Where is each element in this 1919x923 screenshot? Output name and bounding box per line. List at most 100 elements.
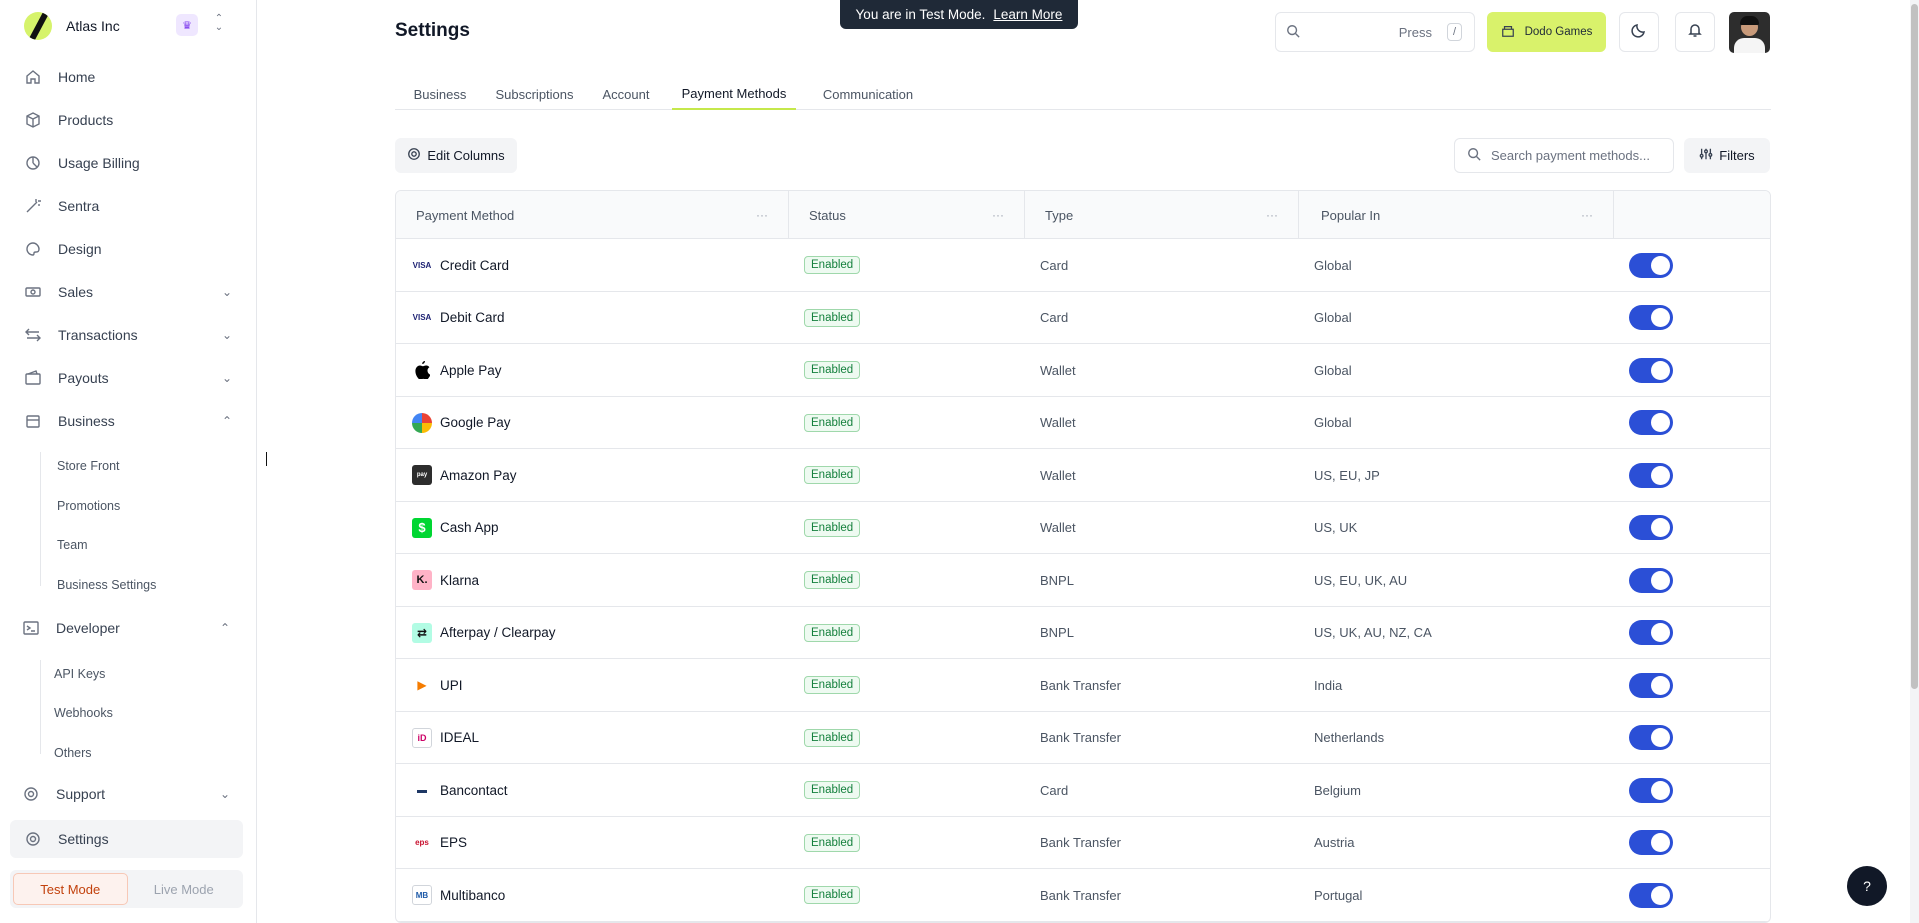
- sidebar-subitem-store-front[interactable]: Store Front: [57, 455, 120, 477]
- sidebar-item-sentra[interactable]: Sentra: [24, 191, 234, 221]
- tab-account[interactable]: Account: [599, 78, 653, 110]
- sidebar-item-home[interactable]: Home: [24, 62, 234, 92]
- edit-columns-button[interactable]: Edit Columns: [395, 138, 517, 173]
- global-search[interactable]: Press /: [1275, 12, 1475, 52]
- test-mode-button[interactable]: Test Mode: [13, 873, 128, 905]
- sidebar-item-products[interactable]: Products: [24, 105, 234, 135]
- status-cell: Enabled: [804, 817, 861, 869]
- sidebar-subitem-others[interactable]: Others: [54, 742, 92, 764]
- filters-button[interactable]: Filters: [1684, 138, 1770, 173]
- table-row[interactable]: Apple Pay Enabled Wallet Global: [396, 344, 1770, 397]
- column-menu-icon[interactable]: ···: [756, 208, 768, 222]
- toggle-cell: [1629, 449, 1673, 501]
- table-row[interactable]: pay Amazon Pay Enabled Wallet US, EU, JP: [396, 449, 1770, 502]
- popular-in-cell: US, EU, JP: [1314, 467, 1380, 483]
- table-row[interactable]: ▶ UPI Enabled Bank Transfer India: [396, 659, 1770, 712]
- sidebar-subitem-webhooks[interactable]: Webhooks: [54, 702, 113, 724]
- live-mode-button[interactable]: Live Mode: [128, 873, 241, 905]
- table-row[interactable]: MB Multibanco Enabled Bank Transfer Portugal: [396, 869, 1770, 922]
- table-row[interactable]: Google Pay Enabled Wallet Global: [396, 397, 1770, 449]
- sidebar-item-payouts[interactable]: Payouts ⌄: [24, 363, 234, 393]
- brand-button[interactable]: Dodo Games: [1487, 12, 1606, 52]
- crown-icon[interactable]: ♛: [176, 14, 198, 36]
- sidebar-item-support[interactable]: Support ⌄: [22, 779, 232, 809]
- column-header-popular-in[interactable]: Popular In ···: [1299, 191, 1614, 239]
- tab-payment-methods[interactable]: Payment Methods: [672, 78, 796, 110]
- chevron-up-icon[interactable]: ⌃: [218, 621, 232, 635]
- enable-toggle[interactable]: [1629, 357, 1673, 383]
- tab-subscriptions[interactable]: Subscriptions: [492, 78, 577, 110]
- table-row[interactable]: VISA Credit Card Enabled Card Global: [396, 239, 1770, 292]
- payment-method-name: IDEAL: [440, 730, 480, 745]
- sidebar-item-business[interactable]: Business ⌃: [24, 406, 234, 436]
- table-row[interactable]: $ Cash App Enabled Wallet US, UK: [396, 502, 1770, 554]
- table-row[interactable]: ⇄ Afterpay / Clearpay Enabled BNPL US, UK, A…: [396, 607, 1770, 659]
- sidebar-item-label: Developer: [56, 620, 120, 636]
- scrollbar[interactable]: [1910, 0, 1919, 923]
- sub-nav-line: [40, 452, 41, 586]
- column-header-payment-method[interactable]: Payment Method ···: [396, 191, 789, 239]
- popular-in-cell: Global: [1314, 310, 1352, 325]
- tab-communication[interactable]: Communication: [818, 78, 918, 110]
- avatar[interactable]: [1729, 12, 1770, 53]
- enable-toggle[interactable]: [1629, 830, 1673, 855]
- chevron-down-icon[interactable]: ⌄: [220, 328, 234, 342]
- sidebar-item-label: Design: [58, 241, 102, 257]
- theme-toggle-button[interactable]: [1619, 12, 1659, 52]
- table-row[interactable]: K. Klarna Enabled BNPL US, EU, UK, AU: [396, 554, 1770, 607]
- column-menu-icon[interactable]: ···: [1581, 208, 1593, 222]
- table-row[interactable]: ▬ Bancontact Enabled Card Belgium: [396, 764, 1770, 817]
- column-menu-icon[interactable]: ···: [1266, 208, 1278, 222]
- enable-toggle[interactable]: [1629, 567, 1673, 593]
- enable-toggle[interactable]: [1629, 252, 1673, 278]
- chevron-down-icon[interactable]: ⌄: [220, 371, 234, 385]
- sidebar-subitem-api-keys[interactable]: API Keys: [54, 663, 105, 685]
- sidebar-subitem-team[interactable]: Team: [57, 534, 88, 556]
- sidebar-item-design[interactable]: Design: [24, 234, 234, 264]
- table-body: VISA Credit Card Enabled Card Global VISA Debi…: [396, 239, 1770, 922]
- learn-more-link[interactable]: Learn More: [993, 7, 1062, 22]
- chevron-down-icon[interactable]: ⌄: [220, 285, 234, 299]
- sidebar-item-settings[interactable]: Settings: [10, 820, 243, 858]
- notifications-button[interactable]: [1675, 12, 1715, 52]
- enable-toggle[interactable]: [1629, 305, 1673, 330]
- sidebar-subitem-promotions[interactable]: Promotions: [57, 495, 120, 517]
- sidebar-subitem-business-settings[interactable]: Business Settings: [57, 574, 156, 596]
- amazon-icon: pay: [412, 465, 432, 485]
- sidebar-item-sales[interactable]: Sales ⌄: [24, 277, 234, 307]
- chevron-up-down-icon[interactable]: ⌃ ⌄: [212, 14, 226, 36]
- chevron-down-icon[interactable]: ⌄: [218, 787, 232, 801]
- column-header-type[interactable]: Type ···: [1025, 191, 1299, 239]
- status-badge: Enabled: [804, 518, 861, 537]
- sidebar-item-developer[interactable]: Developer ⌃: [22, 613, 232, 643]
- moon-icon: [1631, 22, 1647, 43]
- enable-toggle[interactable]: [1629, 777, 1673, 803]
- table-row[interactable]: iD IDEAL Enabled Bank Transfer Netherlands: [396, 712, 1770, 764]
- tab-business[interactable]: Business: [411, 78, 469, 110]
- enable-toggle[interactable]: [1629, 725, 1673, 750]
- sidebar-item-label: Settings: [58, 831, 109, 847]
- table-row[interactable]: VISA Debit Card Enabled Card Global: [396, 292, 1770, 344]
- enable-toggle[interactable]: [1629, 515, 1673, 540]
- toggle-cell: [1629, 659, 1673, 711]
- scrollbar-thumb[interactable]: [1911, 4, 1918, 689]
- enable-toggle[interactable]: [1629, 462, 1673, 488]
- status-badge: Enabled: [804, 466, 861, 484]
- payment-methods-search[interactable]: Search payment methods...: [1454, 138, 1674, 173]
- enable-toggle[interactable]: [1629, 882, 1673, 908]
- enable-toggle[interactable]: [1629, 672, 1673, 698]
- wand-icon: [24, 197, 42, 215]
- sub-nav-line: [40, 660, 41, 754]
- help-button[interactable]: ?: [1847, 866, 1887, 906]
- table-row[interactable]: eps EPS Enabled Bank Transfer Austria: [396, 817, 1770, 869]
- popular-in-cell: Global: [1314, 257, 1352, 273]
- column-menu-icon[interactable]: ···: [992, 208, 1004, 222]
- column-header-status[interactable]: Status ···: [789, 191, 1025, 239]
- sidebar-item-transactions[interactable]: Transactions ⌄: [24, 320, 234, 350]
- type-cell: Bank Transfer: [1040, 887, 1121, 903]
- sidebar-item-usage-billing[interactable]: Usage Billing: [24, 148, 234, 178]
- enable-toggle[interactable]: [1629, 410, 1673, 435]
- enable-toggle[interactable]: [1629, 620, 1673, 645]
- org-switcher[interactable]: Atlas Inc ♛ ⌃ ⌄: [24, 12, 244, 40]
- chevron-up-icon[interactable]: ⌃: [220, 414, 234, 428]
